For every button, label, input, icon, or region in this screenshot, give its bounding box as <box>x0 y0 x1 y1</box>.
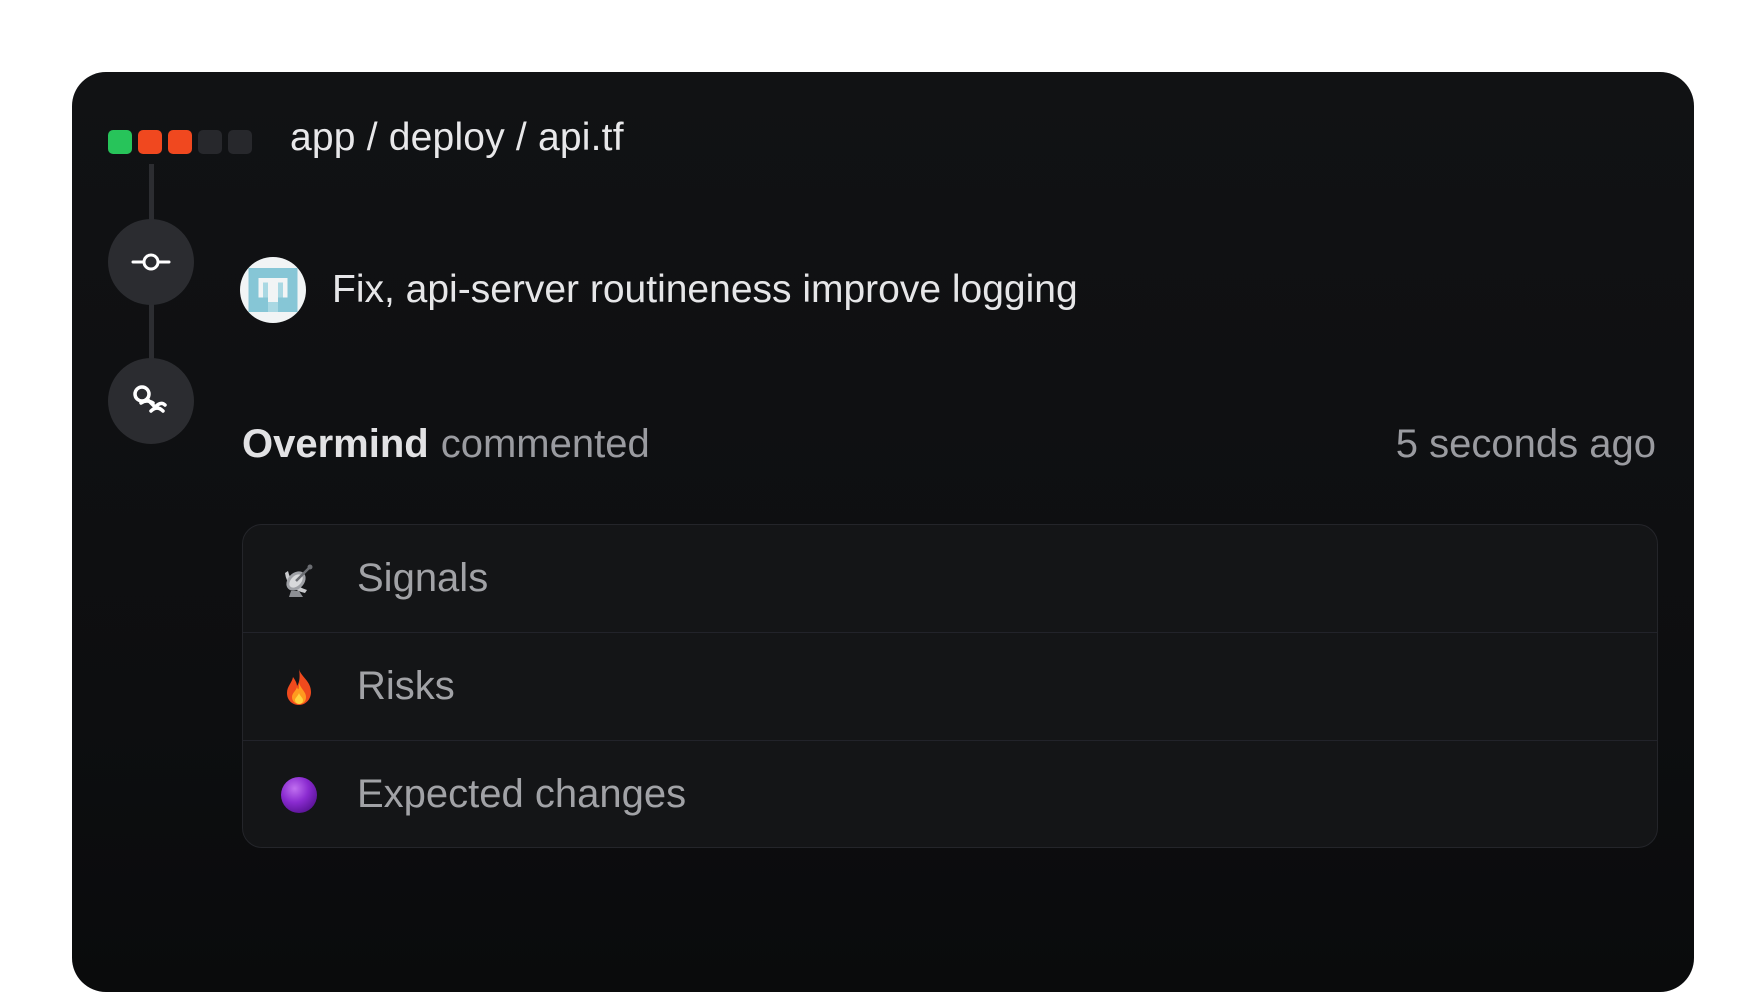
breadcrumb[interactable]: app / deploy / api.tf <box>290 116 624 160</box>
status-square-empty <box>228 130 252 154</box>
satellite-dish-icon <box>277 557 321 601</box>
commit-entry[interactable]: Fix, api-server routineness improve logg… <box>240 256 1078 324</box>
git-commit-icon <box>108 219 194 305</box>
commit-message[interactable]: Fix, api-server routineness improve logg… <box>332 268 1078 312</box>
section-risks[interactable]: Risks <box>243 633 1657 741</box>
section-label: Expected changes <box>357 772 687 816</box>
comment-header: Overmind commented 5 seconds ago <box>242 422 1656 467</box>
section-expected-changes[interactable]: Expected changes <box>243 741 1657 847</box>
fire-icon <box>277 665 321 709</box>
status-square-empty <box>198 130 222 154</box>
section-label: Signals <box>357 556 489 600</box>
section-label: Risks <box>357 664 455 708</box>
status-square-red <box>138 130 162 154</box>
overmind-logo-icon <box>108 358 194 444</box>
comment-verb: commented <box>440 422 650 466</box>
comment-author[interactable]: Overmind <box>242 422 429 466</box>
comment-sections-panel: Signals Risks Expected changes <box>242 524 1658 848</box>
pixel-avatar[interactable] <box>240 257 306 323</box>
purple-circle-icon <box>277 773 321 817</box>
status-square-red <box>168 130 192 154</box>
status-square-green <box>108 130 132 154</box>
section-signals[interactable]: Signals <box>243 525 1657 633</box>
status-indicators <box>108 130 252 154</box>
comment-timestamp[interactable]: 5 seconds ago <box>1396 422 1656 467</box>
timeline-card: app / deploy / api.tf Fix, api-server ro… <box>72 72 1694 992</box>
